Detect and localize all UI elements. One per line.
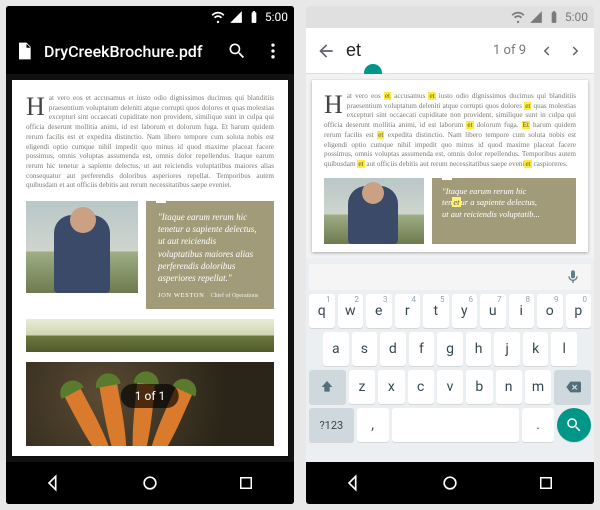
- search-key[interactable]: [557, 408, 591, 442]
- key-t[interactable]: t5: [423, 294, 449, 328]
- wifi-icon: [211, 10, 225, 24]
- key-i[interactable]: i8: [509, 294, 535, 328]
- search-highlight: et: [428, 92, 435, 100]
- shift-key[interactable]: [309, 370, 346, 404]
- key-w[interactable]: w2: [338, 294, 364, 328]
- key-s[interactable]: s: [352, 332, 378, 366]
- key-q[interactable]: q1: [309, 294, 335, 328]
- back-button[interactable]: [312, 37, 340, 65]
- find-in-page-bar: 1 of 9: [306, 28, 594, 74]
- phone-left: 5:00 DryCreekBrochure.pdf H at vero eos …: [6, 6, 294, 504]
- landscape-photo: [26, 319, 274, 352]
- battery-icon: [247, 10, 261, 24]
- nav-back-button[interactable]: [43, 472, 65, 494]
- pdf-icon: [14, 41, 34, 61]
- overflow-menu-button[interactable]: [260, 38, 286, 64]
- quote-role: Chief of Operations: [211, 293, 259, 299]
- pull-quote: "Itaque earum rerum hic tenetur a sapien…: [146, 201, 274, 309]
- portrait-photo: [324, 178, 424, 244]
- key-c[interactable]: c: [408, 370, 434, 404]
- prev-match-button[interactable]: [534, 39, 558, 63]
- document-viewport[interactable]: H at vero eos et accusamus et iusto odio…: [306, 74, 594, 258]
- signal-icon: [229, 10, 243, 24]
- keyboard-row-3: zxcvbnm: [309, 370, 591, 404]
- nav-home-button[interactable]: [439, 472, 461, 494]
- wifi-icon: [511, 10, 525, 24]
- search-input[interactable]: [346, 40, 487, 61]
- nav-recents-button[interactable]: [535, 472, 557, 494]
- search-highlight: et: [466, 121, 473, 129]
- backspace-key[interactable]: [554, 370, 591, 404]
- keyboard-row-2: asdfghjkl: [309, 332, 591, 366]
- mic-icon[interactable]: [565, 269, 581, 285]
- nav-back-button[interactable]: [343, 472, 365, 494]
- body-paragraph: H at vero eos et accusamus et iusto odio…: [324, 92, 576, 170]
- search-highlight: et: [357, 160, 364, 168]
- soft-keyboard: q1w2e3r4t5y6u7i8o9p0 asdfghjkl zxcvbnm ?…: [306, 258, 594, 462]
- key-l[interactable]: l: [551, 332, 577, 366]
- keyboard-row-1: q1w2e3r4t5y6u7i8o9p0: [309, 294, 591, 328]
- pull-quote: "Itaque earum rerum hic tenetur a sapien…: [432, 178, 576, 244]
- match-counter: 1 of 9: [493, 43, 526, 58]
- key-x[interactable]: x: [378, 370, 404, 404]
- nav-home-button[interactable]: [139, 472, 161, 494]
- quote-l2c: ur a sapiente delectus,: [461, 197, 537, 207]
- search-highlight: et: [384, 92, 391, 100]
- app-bar: DryCreekBrochure.pdf: [6, 28, 294, 74]
- key-m[interactable]: m: [525, 370, 551, 404]
- document-viewport[interactable]: H at vero eos et accusamus et iusto odio…: [6, 74, 294, 462]
- battery-icon: [547, 10, 561, 24]
- key-k[interactable]: k: [523, 332, 549, 366]
- quote-l3: ut aut reiciendis voluptatib...: [442, 209, 540, 219]
- key-z[interactable]: z: [349, 370, 375, 404]
- quote-l1: "Itaque earum rerum hic: [442, 186, 526, 196]
- key-b[interactable]: b: [466, 370, 492, 404]
- page-indicator: 1 of 1: [121, 384, 179, 408]
- portrait-photo: [26, 201, 138, 293]
- body-paragraph: H at vero eos et accusamus et iusto odio…: [26, 94, 274, 191]
- app-title: DryCreekBrochure.pdf: [44, 42, 214, 61]
- key-d[interactable]: d: [380, 332, 406, 366]
- key-v[interactable]: v: [437, 370, 463, 404]
- space-key[interactable]: [392, 408, 520, 442]
- search-button[interactable]: [224, 38, 250, 64]
- key-a[interactable]: a: [323, 332, 349, 366]
- suggestion-strip[interactable]: [309, 264, 591, 290]
- dropcap: H: [26, 94, 49, 118]
- quote-text: "Itaque earum rerum hic tenetur a sapien…: [158, 211, 262, 284]
- keyboard-row-4: ?123 , .: [309, 408, 591, 442]
- key-h[interactable]: h: [466, 332, 492, 366]
- quote-name: JON WESTON: [158, 292, 204, 299]
- nav-recents-button[interactable]: [235, 472, 257, 494]
- status-bar: 5:00: [6, 6, 294, 28]
- key-p[interactable]: p0: [566, 294, 592, 328]
- key-j[interactable]: j: [494, 332, 520, 366]
- quote-l2b: et: [452, 197, 460, 207]
- key-y[interactable]: y6: [452, 294, 478, 328]
- paragraph-text: at vero eos et accusamus et iusto odio d…: [26, 94, 274, 189]
- quote-l2a: ten: [442, 197, 452, 207]
- key-o[interactable]: o9: [537, 294, 563, 328]
- comma-key[interactable]: ,: [357, 408, 389, 442]
- phone-right: 5:00 1 of 9 H at vero eos et accusamus e…: [306, 6, 594, 504]
- search-highlight: et: [524, 160, 531, 168]
- status-bar: 5:00: [306, 6, 594, 28]
- symbols-key[interactable]: ?123: [309, 408, 354, 442]
- android-nav-bar: [306, 462, 594, 504]
- dropcap: H: [324, 92, 347, 116]
- key-n[interactable]: n: [496, 370, 522, 404]
- key-f[interactable]: f: [409, 332, 435, 366]
- key-g[interactable]: g: [437, 332, 463, 366]
- status-time: 5:00: [265, 10, 288, 24]
- signal-icon: [529, 10, 543, 24]
- status-time: 5:00: [565, 10, 588, 24]
- key-r[interactable]: r4: [395, 294, 421, 328]
- key-u[interactable]: u7: [480, 294, 506, 328]
- search-highlight: Et: [522, 121, 530, 129]
- next-match-button[interactable]: [564, 39, 588, 63]
- pdf-page: H at vero eos et accusamus et iusto odio…: [312, 80, 588, 252]
- period-key[interactable]: .: [522, 408, 554, 442]
- android-nav-bar: [6, 462, 294, 504]
- key-e[interactable]: e3: [366, 294, 392, 328]
